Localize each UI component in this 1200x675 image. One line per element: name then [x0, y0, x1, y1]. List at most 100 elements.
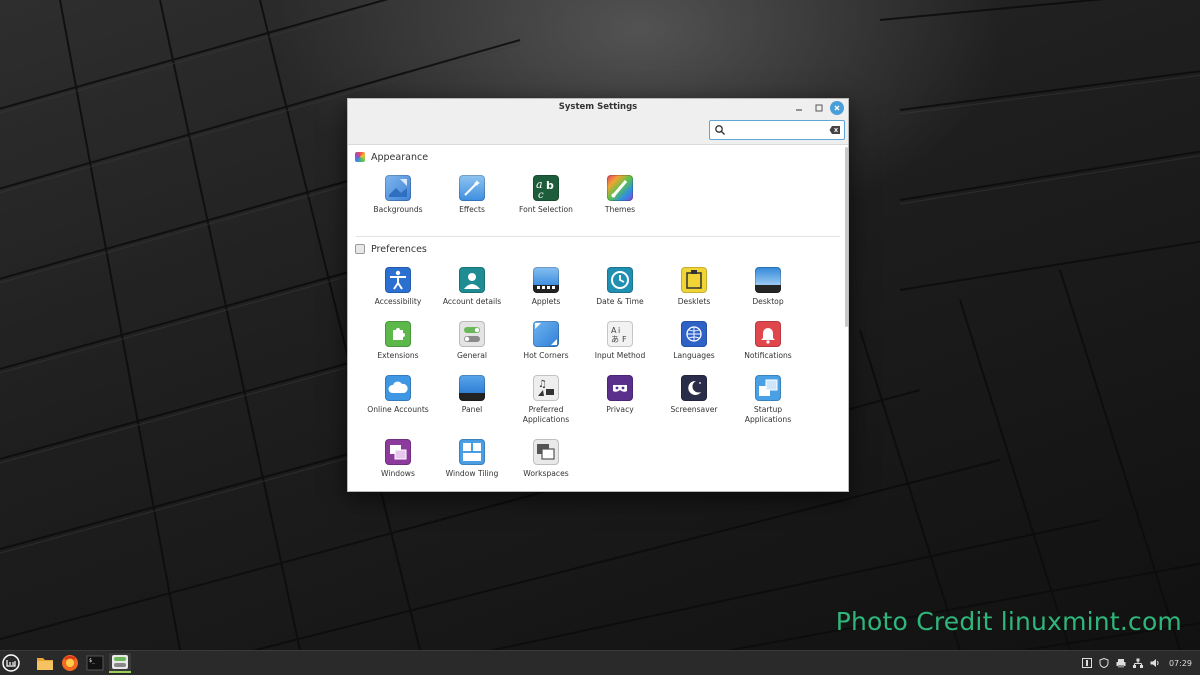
font-selection-icon: abc — [533, 175, 559, 201]
close-icon — [834, 105, 840, 111]
appearance-section-icon — [355, 152, 365, 162]
keyboard-indicator[interactable] — [1081, 658, 1092, 668]
tile-backgrounds[interactable]: Backgrounds — [361, 175, 435, 229]
svg-text:i: i — [618, 326, 620, 335]
minimize-icon — [796, 109, 802, 111]
svg-text:b: b — [546, 179, 554, 192]
maximize-icon — [815, 104, 823, 112]
window-title: System Settings — [558, 102, 638, 112]
clear-search-icon[interactable] — [829, 125, 841, 135]
tile-notifications[interactable]: Notifications — [731, 321, 805, 375]
shield-icon — [1099, 658, 1109, 668]
tile-extensions[interactable]: Extensions — [361, 321, 435, 375]
tile-label: Desktop — [752, 297, 784, 306]
applets-icon — [533, 267, 559, 293]
svg-text:c: c — [538, 190, 544, 201]
tile-label: Date & Time — [596, 297, 644, 306]
tile-label: Effects — [459, 205, 485, 214]
tile-panel[interactable]: Panel — [435, 375, 509, 429]
tile-label: Preferred Applications — [522, 405, 570, 424]
tile-desklets[interactable]: Desklets — [657, 267, 731, 321]
tile-label: Account details — [442, 297, 502, 306]
shield-indicator[interactable] — [1099, 658, 1109, 668]
tile-label: Backgrounds — [373, 205, 423, 214]
effects-icon — [459, 175, 485, 201]
tile-workspaces[interactable]: Workspaces — [509, 439, 583, 491]
desklets-icon — [681, 267, 707, 293]
tile-privacy[interactable]: Privacy — [583, 375, 657, 429]
search-icon — [715, 125, 725, 135]
notifications-icon — [755, 321, 781, 347]
tile-input-method[interactable]: AiあF Input Method — [583, 321, 657, 375]
network-indicator[interactable] — [1132, 658, 1143, 668]
backgrounds-icon — [385, 175, 411, 201]
tile-label: Themes — [604, 205, 636, 214]
tile-label: Workspaces — [523, 469, 569, 478]
tile-window-tiling[interactable]: Window Tiling — [435, 439, 509, 491]
tile-themes[interactable]: Themes — [583, 175, 657, 229]
tile-font-selection[interactable]: abc Font Selection — [509, 175, 583, 229]
printer-indicator[interactable] — [1116, 658, 1126, 668]
privacy-icon — [607, 375, 633, 401]
taskbar: $_ 07:29 — [0, 650, 1200, 675]
tile-hot-corners[interactable]: Hot Corners — [509, 321, 583, 375]
tile-label: Desklets — [677, 297, 711, 306]
tile-preferred-applications[interactable]: ♫ Preferred Applications — [509, 375, 583, 429]
firefox-launcher[interactable] — [59, 653, 81, 673]
section-label: Preferences — [371, 243, 427, 255]
section-label: Appearance — [371, 151, 429, 163]
photo-credit: Photo Credit linuxmint.com — [835, 607, 1182, 636]
files-launcher[interactable] — [34, 653, 56, 673]
section-preferences: Preferences — [355, 242, 427, 256]
tile-startup-applications[interactable]: Startup Applications — [731, 375, 805, 429]
menu-button[interactable] — [0, 653, 22, 673]
svg-text:♫: ♫ — [538, 379, 547, 390]
tile-screensaver[interactable]: Screensaver — [657, 375, 731, 429]
printer-icon — [1116, 659, 1126, 668]
general-icon — [459, 321, 485, 347]
window-tiling-icon — [459, 439, 485, 465]
settings-taskbar-item[interactable] — [109, 653, 131, 673]
tile-accessibility[interactable]: Accessibility — [361, 267, 435, 321]
svg-text:$_: $_ — [89, 658, 96, 664]
close-button[interactable] — [830, 101, 844, 115]
tile-label: Font Selection — [519, 205, 573, 214]
tile-languages[interactable]: Languages — [657, 321, 731, 375]
tile-label: Notifications — [744, 351, 792, 360]
clock[interactable]: 07:29 — [1169, 659, 1192, 668]
tile-label: Screensaver — [670, 405, 718, 414]
languages-icon — [681, 321, 707, 347]
settings-icon — [112, 655, 128, 669]
tile-label: Hot Corners — [523, 351, 569, 360]
tile-label: Online Accounts — [367, 405, 429, 414]
tile-effects[interactable]: Effects — [435, 175, 509, 229]
terminal-launcher[interactable]: $_ — [84, 653, 106, 673]
tile-online-accounts[interactable]: Online Accounts — [361, 375, 435, 429]
maximize-button[interactable] — [812, 101, 826, 115]
volume-icon — [1150, 659, 1159, 667]
tile-general[interactable]: General — [435, 321, 509, 375]
startup-applications-icon — [755, 375, 781, 401]
tile-label: Privacy — [606, 405, 634, 414]
tile-date-time[interactable]: Date & Time — [583, 267, 657, 321]
tile-applets[interactable]: Applets — [509, 267, 583, 321]
desktop-icon — [755, 267, 781, 293]
tile-label: Languages — [673, 351, 715, 360]
search-box[interactable] — [709, 120, 845, 140]
account-details-icon — [459, 267, 485, 293]
titlebar[interactable]: System Settings — [348, 99, 848, 145]
tile-windows[interactable]: Windows — [361, 439, 435, 491]
svg-text:あ: あ — [611, 335, 619, 344]
network-icon — [1132, 658, 1143, 668]
input-method-icon: AiあF — [607, 321, 633, 347]
minimize-button[interactable] — [792, 101, 806, 115]
info-icon — [1081, 658, 1092, 668]
tile-desktop[interactable]: Desktop — [731, 267, 805, 321]
volume-indicator[interactable] — [1150, 658, 1160, 668]
menu-icon — [2, 654, 20, 672]
search-input[interactable] — [727, 123, 825, 137]
tile-label: Accessibility — [374, 297, 422, 306]
system-tray: 07:29 — [1081, 655, 1192, 671]
tile-account-details[interactable]: Account details — [435, 267, 509, 321]
scrollbar[interactable] — [845, 147, 848, 327]
